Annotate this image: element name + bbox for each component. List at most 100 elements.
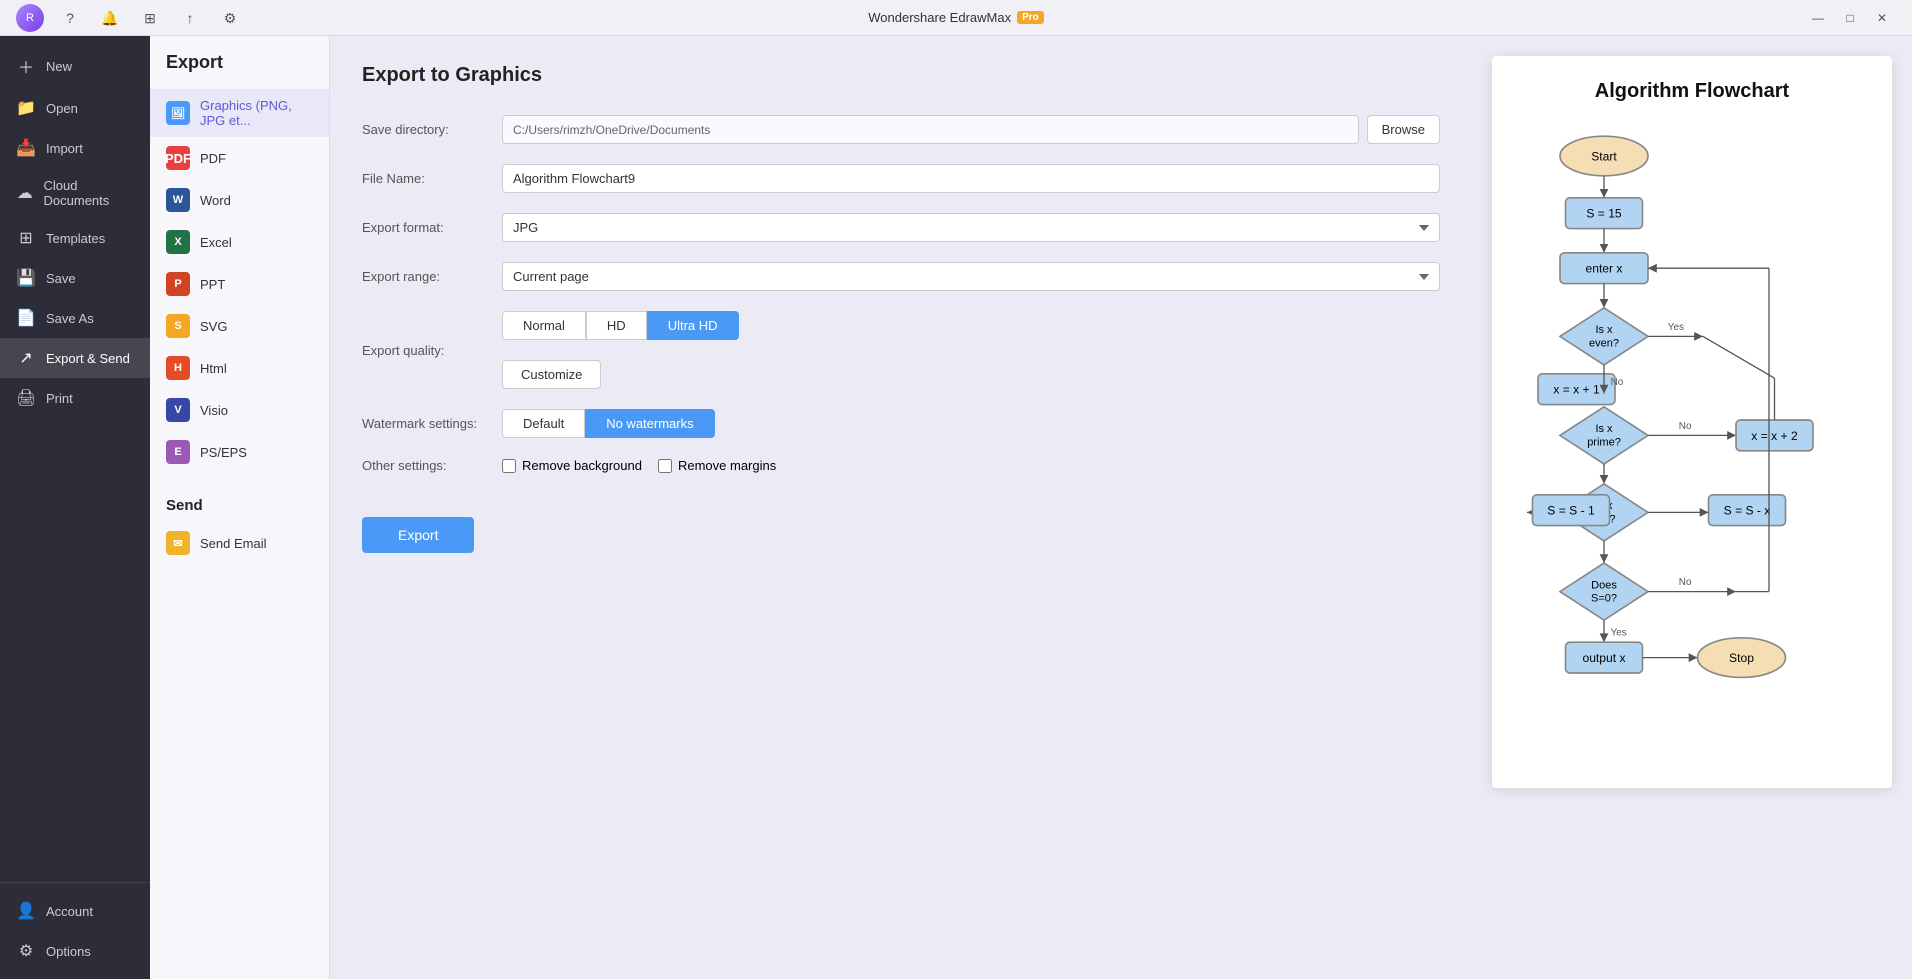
svg-text:prime?: prime? bbox=[1587, 436, 1621, 448]
watermark-row: Watermark settings: Default No watermark… bbox=[362, 409, 1440, 438]
apps-icon[interactable]: ⊞ bbox=[136, 4, 164, 32]
sidebar-item-label: Save bbox=[46, 271, 76, 286]
settings-icon[interactable]: ⚙ bbox=[216, 4, 244, 32]
svg-text:S=0?: S=0? bbox=[1591, 593, 1617, 605]
sidebar-item-new[interactable]: ＋ New bbox=[0, 44, 150, 88]
templates-icon: ⊞ bbox=[16, 228, 36, 248]
pro-badge: Pro bbox=[1017, 11, 1044, 24]
export-item-label: PS/EPS bbox=[200, 445, 247, 460]
svg-text:even?: even? bbox=[1589, 337, 1619, 349]
remove-background-checkbox[interactable] bbox=[502, 459, 516, 473]
save-icon: 💾 bbox=[16, 268, 36, 288]
export-item-eps[interactable]: E PS/EPS bbox=[150, 431, 329, 473]
customize-button[interactable]: Customize bbox=[502, 360, 601, 389]
export-item-visio[interactable]: V Visio bbox=[150, 389, 329, 431]
eps-icon: E bbox=[166, 440, 190, 464]
export-item-label: Graphics (PNG, JPG et... bbox=[200, 98, 313, 128]
maximize-button[interactable]: □ bbox=[1836, 4, 1864, 32]
sidebar-item-import[interactable]: 📥 Import bbox=[0, 128, 150, 168]
watermark-options: Default No watermarks bbox=[502, 409, 1440, 438]
pdf-icon: PDF bbox=[166, 146, 190, 170]
export-item-html[interactable]: H Html bbox=[150, 347, 329, 389]
file-name-input[interactable] bbox=[502, 164, 1440, 193]
preview-card: Algorithm Flowchart Start S = 15 bbox=[1492, 56, 1892, 788]
remove-margins-item[interactable]: Remove margins bbox=[658, 458, 776, 473]
export-item-email[interactable]: ✉ Send Email bbox=[150, 522, 329, 564]
export-quality-label: Export quality: bbox=[362, 343, 502, 358]
quality-ultrahd-button[interactable]: Ultra HD bbox=[647, 311, 739, 340]
sidebar-item-account[interactable]: 👤 Account bbox=[0, 891, 150, 931]
export-format-select[interactable]: JPG PNG BMP SVG PDF bbox=[502, 213, 1440, 242]
saveas-icon: 📄 bbox=[16, 308, 36, 328]
watermark-default-button[interactable]: Default bbox=[502, 409, 585, 438]
send-section-title: Send bbox=[150, 497, 329, 522]
export-item-graphics[interactable]: 🖼 Graphics (PNG, JPG et... bbox=[150, 89, 329, 137]
open-icon: 📁 bbox=[16, 98, 36, 118]
svg-text:x = x + 1: x = x + 1 bbox=[1553, 383, 1600, 397]
svg-text:Yes: Yes bbox=[1611, 628, 1627, 639]
export-range-label: Export range: bbox=[362, 269, 502, 284]
export-button[interactable]: Export bbox=[362, 517, 474, 553]
save-directory-control: Browse bbox=[502, 115, 1440, 144]
app-title: Wondershare EdrawMax Pro bbox=[868, 10, 1044, 25]
watermark-label: Watermark settings: bbox=[362, 416, 502, 431]
export-item-label: Visio bbox=[200, 403, 228, 418]
sidebar-item-print[interactable]: 🖨 Print bbox=[0, 378, 150, 418]
titlebar-left: R ? 🔔 ⊞ ↑ ⚙ bbox=[16, 0, 244, 36]
sidebar-item-label: Account bbox=[46, 904, 93, 919]
help-icon[interactable]: ? bbox=[56, 4, 84, 32]
export-item-svg[interactable]: S SVG bbox=[150, 305, 329, 347]
export-item-label: Html bbox=[200, 361, 227, 376]
export-icon: ↗ bbox=[16, 348, 36, 368]
browse-button[interactable]: Browse bbox=[1367, 115, 1440, 144]
svg-text:S = 15: S = 15 bbox=[1586, 207, 1622, 221]
visio-icon: V bbox=[166, 398, 190, 422]
share-icon[interactable]: ↑ bbox=[176, 4, 204, 32]
sidebar-item-label: Export & Send bbox=[46, 351, 130, 366]
export-item-label: Send Email bbox=[200, 536, 266, 551]
sidebar-item-cloud[interactable]: ☁ Cloud Documents bbox=[0, 168, 150, 218]
watermark-none-button[interactable]: No watermarks bbox=[585, 409, 714, 438]
export-item-pdf[interactable]: PDF PDF bbox=[150, 137, 329, 179]
sidebar-item-label: Templates bbox=[46, 231, 105, 246]
remove-margins-checkbox[interactable] bbox=[658, 459, 672, 473]
other-settings-control: Remove background Remove margins bbox=[502, 458, 1440, 473]
quality-normal-button[interactable]: Normal bbox=[502, 311, 586, 340]
file-name-label: File Name: bbox=[362, 171, 502, 186]
export-sidebar-title: Export bbox=[150, 52, 329, 89]
titlebar: R ? 🔔 ⊞ ↑ ⚙ Wondershare EdrawMax Pro — □… bbox=[0, 0, 1912, 36]
sidebar-item-label: Save As bbox=[46, 311, 94, 326]
options-icon: ⚙ bbox=[16, 941, 36, 961]
close-button[interactable]: ✕ bbox=[1868, 4, 1896, 32]
notification-icon[interactable]: 🔔 bbox=[96, 4, 124, 32]
remove-background-item[interactable]: Remove background bbox=[502, 458, 642, 473]
main-content: Export to Graphics Save directory: Brows… bbox=[330, 36, 1912, 979]
export-item-label: Excel bbox=[200, 235, 232, 250]
export-range-select[interactable]: Current page All pages Selected objects bbox=[502, 262, 1440, 291]
sidebar-item-save[interactable]: 💾 Save bbox=[0, 258, 150, 298]
sidebar-item-label: Print bbox=[46, 391, 73, 406]
minimize-button[interactable]: — bbox=[1804, 4, 1832, 32]
quality-hd-button[interactable]: HD bbox=[586, 311, 647, 340]
sidebar-item-templates[interactable]: ⊞ Templates bbox=[0, 218, 150, 258]
quality-options: Normal HD Ultra HD bbox=[502, 311, 1440, 340]
export-sidebar: Export 🖼 Graphics (PNG, JPG et... PDF PD… bbox=[150, 36, 330, 979]
save-directory-input[interactable] bbox=[502, 115, 1359, 144]
import-icon: 📥 bbox=[16, 138, 36, 158]
sidebar-item-options[interactable]: ⚙ Options bbox=[0, 931, 150, 971]
export-quality-control: Normal HD Ultra HD Customize bbox=[502, 311, 1440, 389]
word-icon: W bbox=[166, 188, 190, 212]
email-icon: ✉ bbox=[166, 531, 190, 555]
ppt-icon: P bbox=[166, 272, 190, 296]
sidebar-item-open[interactable]: 📁 Open bbox=[0, 88, 150, 128]
export-item-word[interactable]: W Word bbox=[150, 179, 329, 221]
flowchart-diagram: Start S = 15 enter x bbox=[1516, 123, 1868, 761]
checkbox-group: Remove background Remove margins bbox=[502, 458, 1440, 473]
sidebar-item-export[interactable]: ↗ Export & Send bbox=[0, 338, 150, 378]
svg-text:Yes: Yes bbox=[1668, 322, 1684, 333]
flowchart-title: Algorithm Flowchart bbox=[1516, 80, 1868, 103]
export-item-ppt[interactable]: P PPT bbox=[150, 263, 329, 305]
sidebar-item-saveas[interactable]: 📄 Save As bbox=[0, 298, 150, 338]
export-quality-row: Export quality: Normal HD Ultra HD Custo… bbox=[362, 311, 1440, 389]
export-item-excel[interactable]: X Excel bbox=[150, 221, 329, 263]
